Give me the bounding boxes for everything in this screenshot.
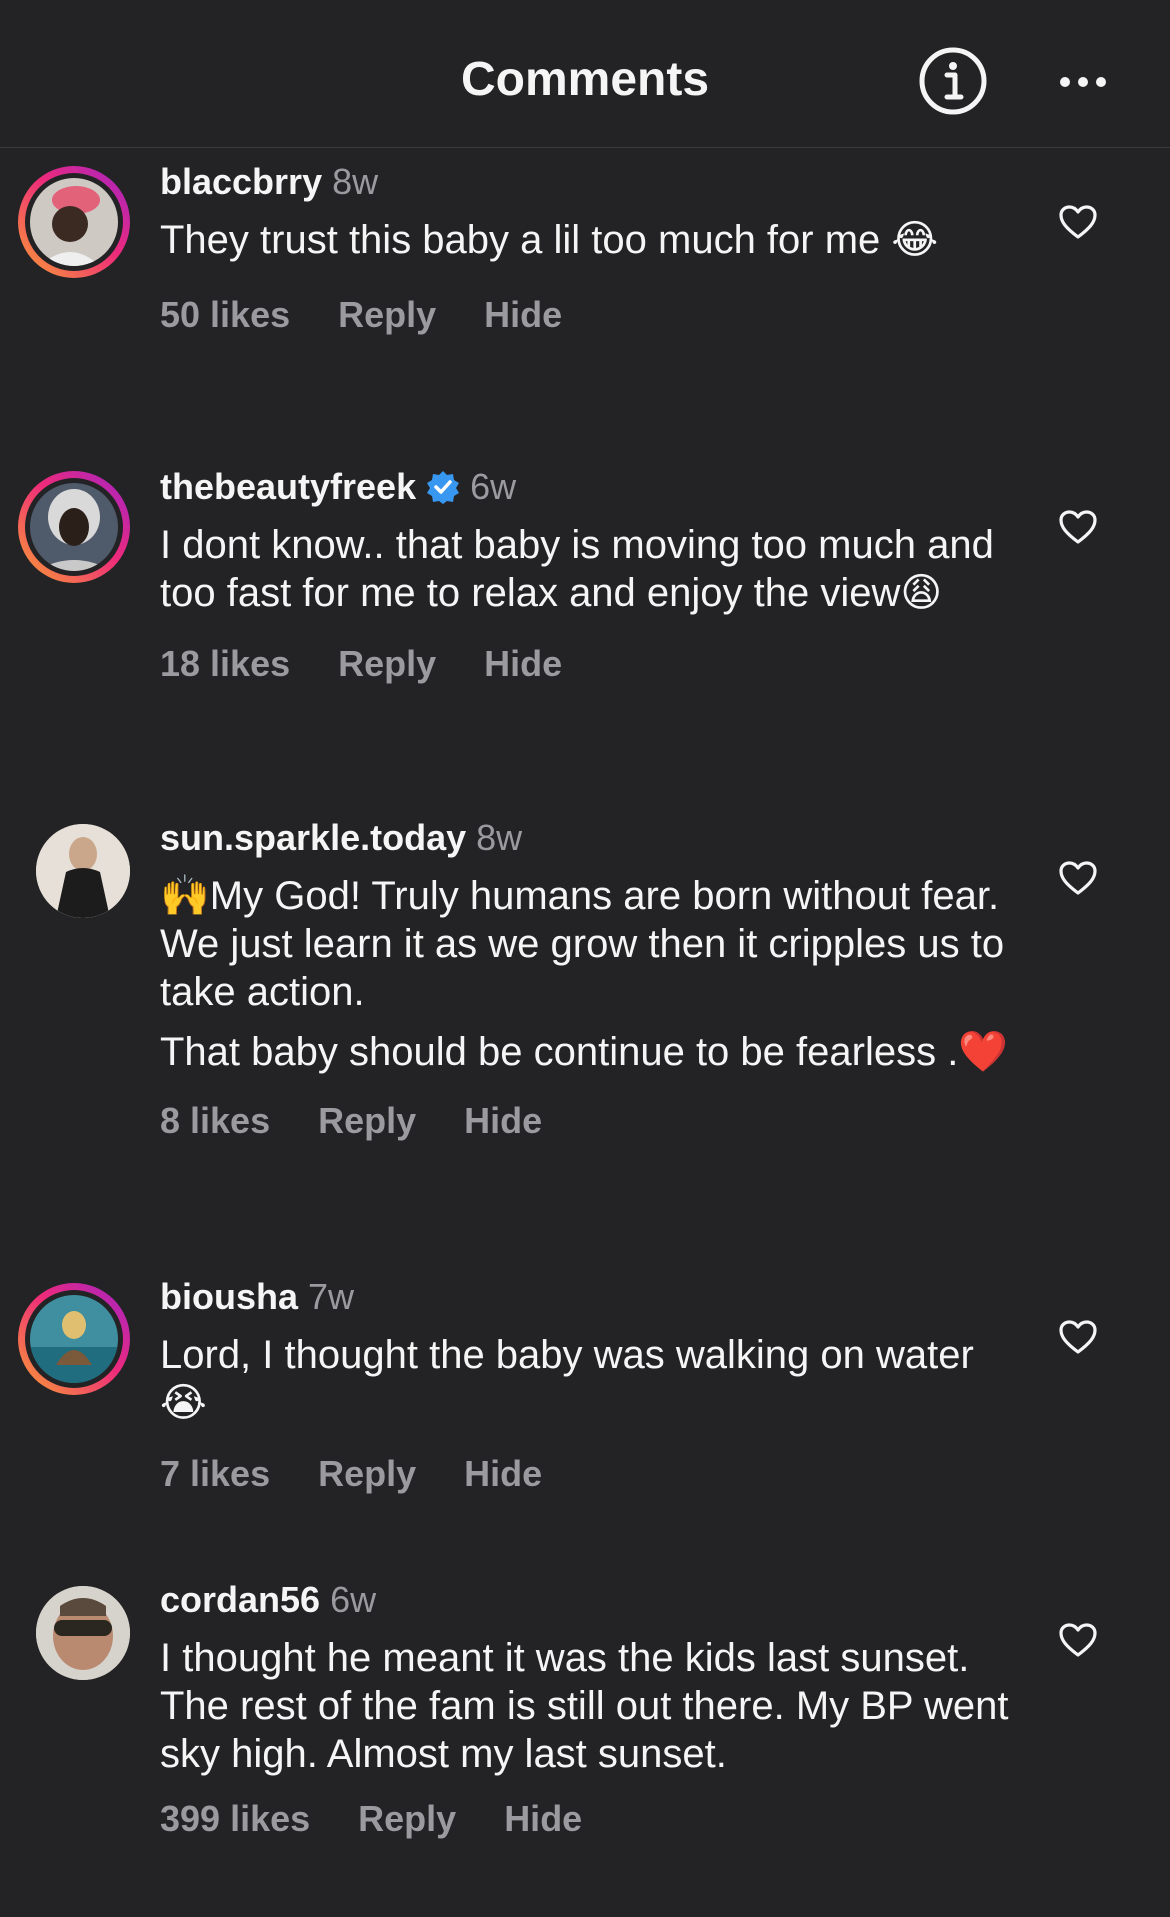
comment-paragraph: That baby should be continue to be fearl…	[160, 1030, 1009, 1074]
comment-text: Lord, I thought the baby was walking on …	[160, 1331, 1020, 1427]
comment-actions: 399 likes Reply Hide	[160, 1798, 1020, 1840]
comment-actions: 7 likes Reply Hide	[160, 1453, 1020, 1495]
reply-button[interactable]: Reply	[318, 1100, 416, 1141]
comment-text: I dont know.. that baby is moving too mu…	[160, 521, 1020, 617]
username[interactable]: sun.sparkle.today	[160, 817, 466, 858]
heart-icon[interactable]	[1058, 509, 1098, 545]
comment-actions: 8 likes Reply Hide	[160, 1100, 1020, 1142]
comment-time: 7w	[308, 1276, 355, 1317]
likes-count[interactable]: 8 likes	[160, 1100, 270, 1141]
page-title: Comments	[460, 53, 710, 106]
comment-time: 8w	[476, 817, 523, 858]
reply-button[interactable]: Reply	[338, 643, 436, 684]
comment-paragraph: I dont know.. that baby is moving too mu…	[160, 523, 994, 615]
comment-paragraph: They trust this baby a lil too much for …	[160, 218, 939, 262]
avatar-photo	[36, 1586, 130, 1680]
comment-paragraph: I thought he meant it was the kids last …	[160, 1636, 1009, 1776]
header-bar: Comments	[0, 0, 1170, 148]
avatar[interactable]	[36, 824, 130, 918]
hide-button[interactable]: Hide	[484, 643, 562, 684]
hide-button[interactable]: Hide	[504, 1798, 582, 1839]
hide-button[interactable]: Hide	[464, 1453, 542, 1494]
heart-icon[interactable]	[1058, 1319, 1098, 1355]
reply-button[interactable]: Reply	[338, 294, 436, 335]
avatar[interactable]	[36, 1586, 130, 1680]
avatar-photo	[36, 824, 130, 918]
verified-badge-icon	[427, 471, 460, 504]
username[interactable]: biousha	[160, 1276, 298, 1317]
comment-time: 6w	[330, 1579, 377, 1620]
comment-paragraph: 🙌My God! Truly humans are born without f…	[160, 874, 1005, 1014]
info-circle-icon[interactable]	[918, 46, 988, 116]
username[interactable]: thebeautyfreek	[160, 466, 416, 507]
hide-button[interactable]: Hide	[484, 294, 562, 335]
avatar[interactable]	[18, 471, 130, 583]
heart-icon[interactable]	[1058, 204, 1098, 240]
ellipsis-icon[interactable]	[1058, 70, 1108, 94]
likes-count[interactable]: 18 likes	[160, 643, 290, 684]
avatar[interactable]	[18, 1283, 130, 1395]
comment-text: They trust this baby a lil too much for …	[160, 216, 1020, 264]
avatar-photo	[30, 483, 118, 571]
heart-icon[interactable]	[1058, 1622, 1098, 1658]
avatar[interactable]	[18, 166, 130, 278]
likes-count[interactable]: 7 likes	[160, 1453, 270, 1494]
comment-time: 8w	[332, 161, 379, 202]
comment-text: 🙌My God! Truly humans are born without f…	[160, 872, 1020, 1076]
comment-actions: 18 likes Reply Hide	[160, 643, 1020, 685]
likes-count[interactable]: 399 likes	[160, 1798, 310, 1839]
comment-time: 6w	[470, 466, 517, 507]
comment-paragraph: Lord, I thought the baby was walking on …	[160, 1333, 974, 1425]
avatar-photo	[30, 178, 118, 266]
reply-button[interactable]: Reply	[318, 1453, 416, 1494]
reply-button[interactable]: Reply	[358, 1798, 456, 1839]
comment-text: I thought he meant it was the kids last …	[160, 1634, 1020, 1778]
heart-icon[interactable]	[1058, 860, 1098, 896]
likes-count[interactable]: 50 likes	[160, 294, 290, 335]
avatar-photo	[30, 1295, 118, 1383]
username[interactable]: blaccbrry	[160, 161, 322, 202]
username[interactable]: cordan56	[160, 1579, 320, 1620]
hide-button[interactable]: Hide	[464, 1100, 542, 1141]
comment-actions: 50 likes Reply Hide	[160, 294, 1020, 336]
